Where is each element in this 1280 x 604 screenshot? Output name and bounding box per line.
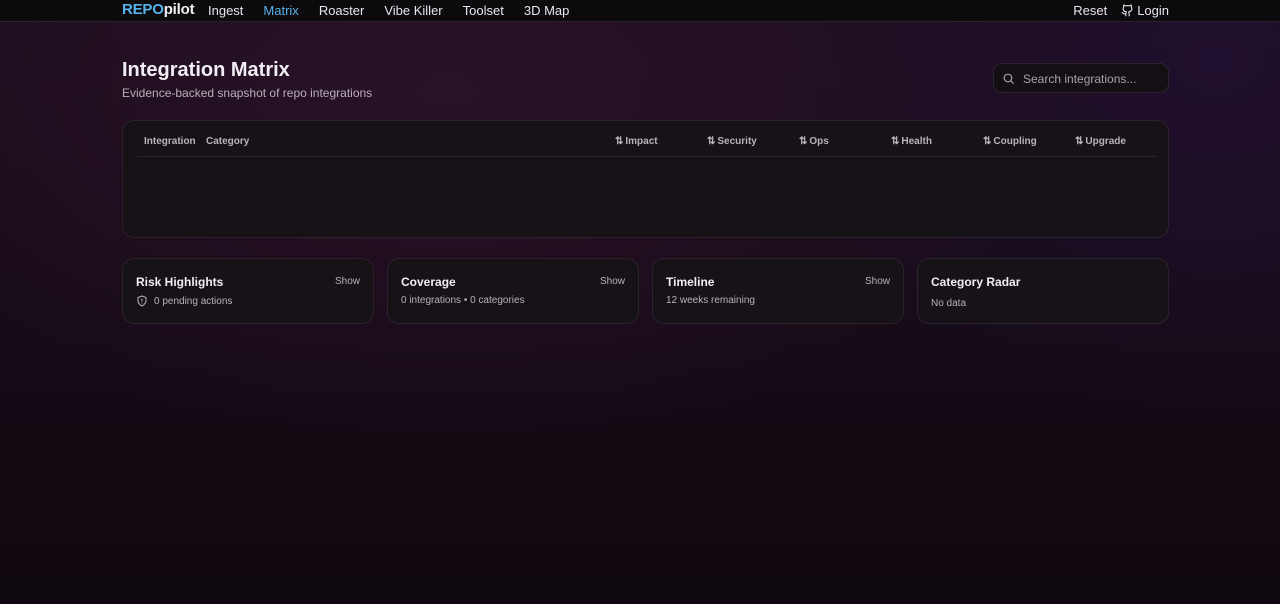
github-icon xyxy=(1121,4,1133,17)
column-header-health[interactable]: ⇅ Health xyxy=(891,136,932,147)
column-label: Category xyxy=(206,136,250,147)
card-title: Coverage xyxy=(401,275,456,289)
coverage-show-button[interactable]: Show xyxy=(600,276,625,287)
sort-icon: ⇅ xyxy=(983,136,991,147)
sort-icon: ⇅ xyxy=(799,136,807,147)
column-label: Upgrade xyxy=(1085,136,1126,147)
search-input[interactable] xyxy=(1023,70,1161,87)
table-body xyxy=(137,157,1156,227)
column-label: Coupling xyxy=(993,136,1037,147)
column-label: Security xyxy=(717,136,757,147)
brand-logo-part1: REPO xyxy=(122,1,164,18)
column-header-impact[interactable]: ⇅ Impact xyxy=(615,136,658,147)
sort-icon: ⇅ xyxy=(615,136,623,147)
top-navbar: REPOpilot Ingest Matrix Roaster Vibe Kil… xyxy=(0,0,1280,22)
brand-logo[interactable]: REPOpilot xyxy=(122,1,195,18)
column-header-upgrade[interactable]: ⇅ Upgrade xyxy=(1075,136,1126,147)
brand-logo-part2: pilot xyxy=(163,1,195,18)
nav-link-roaster[interactable]: Roaster xyxy=(319,3,365,18)
card-subtitle: 0 pending actions xyxy=(136,295,232,307)
nav-right: Reset Login xyxy=(1073,3,1169,18)
nav-links: Ingest Matrix Roaster Vibe Killer Toolse… xyxy=(208,3,569,18)
column-label: Ops xyxy=(809,136,829,147)
radar-empty-text: No data xyxy=(931,298,967,309)
nav-link-vibe-killer[interactable]: Vibe Killer xyxy=(384,3,442,18)
nav-link-3d-map[interactable]: 3D Map xyxy=(524,3,570,18)
sort-icon: ⇅ xyxy=(707,136,715,147)
coverage-summary: 0 integrations • 0 categories xyxy=(401,295,525,306)
card-title: Timeline xyxy=(666,275,715,289)
timeline-show-button[interactable]: Show xyxy=(865,276,890,287)
pending-actions-text: 0 pending actions xyxy=(154,295,233,307)
column-header-security[interactable]: ⇅ Security xyxy=(707,136,757,147)
column-header-integration[interactable]: Integration xyxy=(144,136,196,147)
login-button[interactable]: Login xyxy=(1121,3,1169,18)
column-header-coupling[interactable]: ⇅ Coupling xyxy=(983,136,1037,147)
risk-show-button[interactable]: Show xyxy=(335,276,360,287)
page-subtitle: Evidence-backed snapshot of repo integra… xyxy=(122,86,373,100)
column-header-category[interactable]: Category xyxy=(206,136,249,147)
search-icon xyxy=(1003,73,1014,84)
search-box xyxy=(993,63,1169,93)
reset-button[interactable]: Reset xyxy=(1073,3,1107,18)
table-header: Integration Category ⇅ Impact ⇅ Security ⇅… xyxy=(137,121,1156,157)
timeline-card: Timeline Show 12 weeks remaining xyxy=(652,258,904,324)
category-radar-card: Category Radar No data xyxy=(917,258,1169,324)
card-title: Category Radar xyxy=(931,275,1021,289)
card-title: Risk Highlights xyxy=(136,275,224,289)
column-header-ops[interactable]: ⇅ Ops xyxy=(799,136,829,147)
coverage-card: Coverage Show 0 integrations • 0 categor… xyxy=(387,258,639,324)
nav-link-toolset[interactable]: Toolset xyxy=(463,3,504,18)
timeline-remaining: 12 weeks remaining xyxy=(666,295,755,306)
column-label: Health xyxy=(901,136,932,147)
risk-highlights-card: Risk Highlights Show 0 pending actions xyxy=(122,258,374,324)
shield-icon xyxy=(137,295,147,307)
sort-icon: ⇅ xyxy=(1075,136,1083,147)
column-label: Integration xyxy=(144,136,196,147)
integration-table: Integration Category ⇅ Impact ⇅ Security ⇅… xyxy=(122,120,1169,238)
nav-link-ingest[interactable]: Ingest xyxy=(208,3,243,18)
page-title: Integration Matrix xyxy=(122,59,290,81)
column-label: Impact xyxy=(625,136,658,147)
login-label: Login xyxy=(1137,3,1169,18)
sort-icon: ⇅ xyxy=(891,136,899,147)
nav-link-matrix[interactable]: Matrix xyxy=(263,3,298,18)
